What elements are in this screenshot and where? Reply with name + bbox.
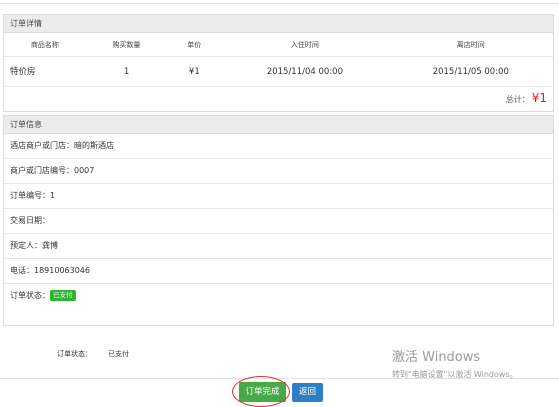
column-header-product: 商品名称	[30, 41, 59, 49]
info-phone: 电话：18910063046	[4, 259, 553, 284]
info-trade-date: 交易日期：	[4, 209, 553, 234]
info-order-status: 订单状态： 已支付	[4, 284, 553, 309]
cell-product: 特价房	[10, 67, 36, 77]
order-info-panel: 订单信息 酒店商户或门店：暗的斯酒店 商户或门店编号：0007 订单编号：1 交…	[3, 115, 554, 326]
column-header-quantity: 购买数量	[112, 41, 141, 49]
status-badge: 已支付	[50, 290, 76, 301]
watermark-subtitle: 转到"电脑设置"以激活 Windows。	[392, 370, 518, 379]
info-hotel: 酒店商户或门店：暗的斯酒店	[4, 134, 553, 159]
cell-checkout: 2015/11/05 00:00	[432, 67, 509, 77]
windows-activation-watermark: 激活 Windows 转到"电脑设置"以激活 Windows。	[392, 350, 518, 381]
order-details-header-row: 商品名称 购买数量 单价 入住时间 离店时间	[4, 33, 553, 57]
cell-price: ¥1	[188, 67, 200, 77]
top-divider	[0, 0, 559, 4]
watermark-title: 激活 Windows	[392, 350, 481, 365]
info-order-number: 订单编号：1	[4, 184, 553, 209]
footer-status-label: 订单状态：	[57, 350, 92, 358]
order-status-label: 订单状态：	[10, 291, 50, 300]
annotation-circle	[232, 376, 290, 407]
column-header-checkin: 入住时间	[290, 41, 319, 49]
column-header-checkout: 离店时间	[456, 41, 485, 49]
total-label: 总计：	[505, 95, 530, 104]
cell-checkin: 2015/11/04 00:00	[266, 67, 344, 77]
order-details-title: 订单详情	[4, 15, 553, 33]
footer-status-value: 已支付	[108, 350, 129, 358]
footer-order-status: 订单状态： 已支付	[57, 349, 129, 359]
order-info-title: 订单信息	[4, 116, 553, 134]
info-booker: 预定人：龚博	[4, 234, 553, 259]
back-button[interactable]: 返回	[292, 383, 323, 402]
info-store-number: 商户或门店编号：0007	[4, 159, 553, 184]
order-total: 总计： ¥1	[506, 91, 547, 105]
total-amount: ¥1	[531, 91, 547, 105]
table-row: 特价房 1 ¥1 2015/11/04 00:00 2015/11/05 00:…	[4, 57, 553, 87]
column-header-price: 单价	[187, 41, 202, 49]
cell-quantity: 1	[123, 67, 130, 77]
order-details-panel: 订单详情 商品名称 购买数量 单价 入住时间 离店时间 特价房 1 ¥1 201…	[3, 14, 554, 112]
